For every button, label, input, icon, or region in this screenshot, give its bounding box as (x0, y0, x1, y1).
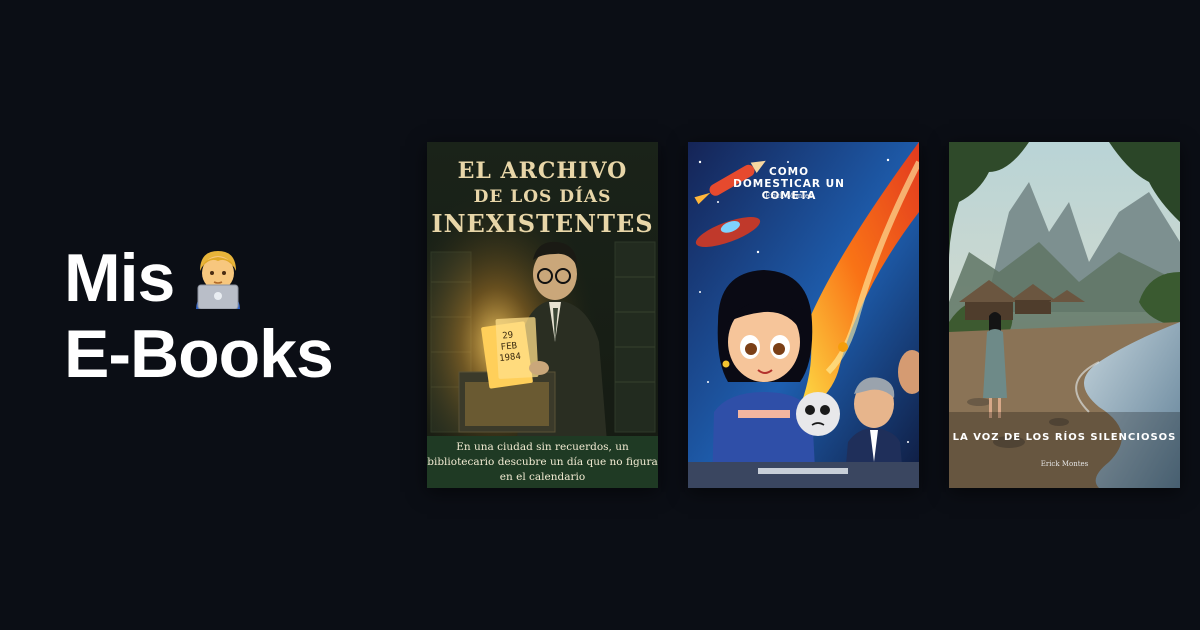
date-card: 29 FEB 1984 (498, 330, 522, 365)
book-cover-archivo[interactable]: EL ARCHIVO DE LOS DÍAS INEXISTENTES 29 F… (427, 142, 658, 488)
hero-title-line-1: Mis (64, 240, 333, 316)
book-title: EL ARCHIVO DE LOS DÍAS INEXISTENTES (431, 158, 654, 238)
technologist-with-laptop-icon (186, 245, 250, 310)
book-author: Erick Montes (1040, 460, 1089, 468)
book-author: Erick Montes (765, 192, 813, 200)
book-title: LA VOZ DE LOS RÍOS SILENCIOSOS (952, 432, 1177, 443)
hero-title-line-2: E-Books (64, 316, 334, 392)
book-cover-cometa[interactable]: COMO DOMESTICAR UN COMETA Erick Montes (688, 142, 919, 488)
book-cover-rios[interactable]: LA VOZ DE LOS RÍOS SILENCIOSOS Erick Mon… (949, 142, 1180, 488)
book-blurb: En una ciudad sin recuerdos, un bibliote… (427, 436, 658, 488)
hero-title-mis: Mis (64, 240, 175, 316)
hero-title: Mis E-Books (64, 240, 334, 392)
